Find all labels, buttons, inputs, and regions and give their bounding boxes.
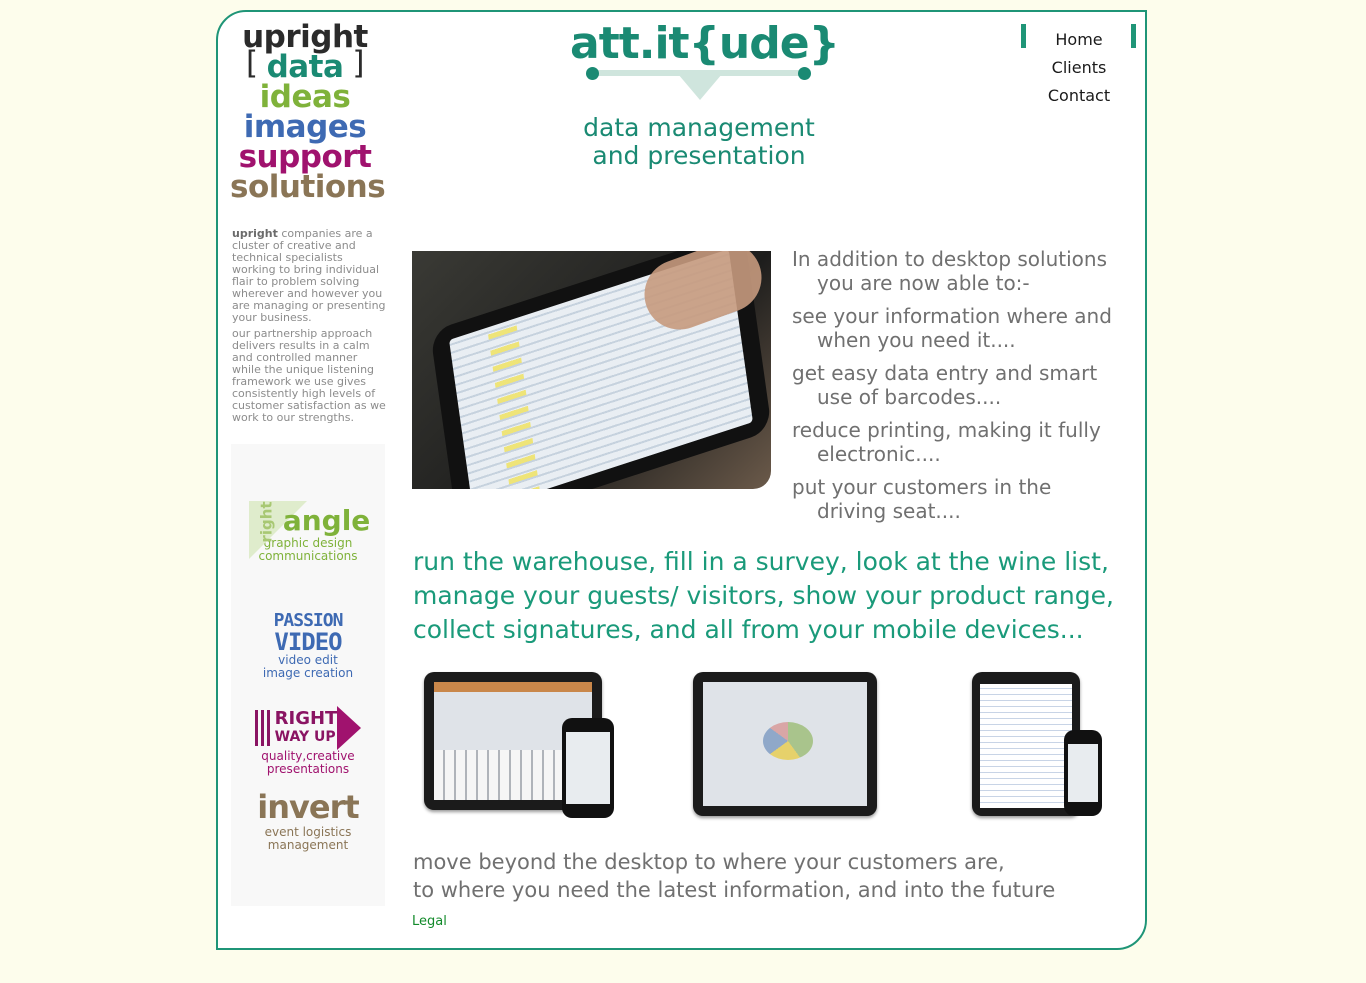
mobile-uses-text: run the warehouse, fill in a survey, loo… [413,545,1123,647]
mobile-uses-line-3: collect signatures, and all from your mo… [413,615,1084,644]
ipad-screen-3 [980,684,1072,808]
logo-left-dot [586,67,599,80]
iphone-screen-2 [1068,744,1098,802]
right-way-up-logo: RIGHT WAY UP [231,706,385,750]
right-way-up-logo-line-2: WAY UP [274,729,336,745]
passion-video-caption-2: image creation [262,666,354,680]
partner-right-way-up[interactable]: RIGHT WAY UP quality,creative presentatio… [231,706,385,776]
nav-link-clients[interactable]: Clients [1034,54,1124,82]
right-way-up-bars-icon [254,710,273,746]
right-arrow-icon [337,706,362,750]
main-nav: Home Clients Contact [1034,26,1124,110]
partner-passion-video[interactable]: PASSION VIDEO video edit image creation [231,612,385,680]
attitude-logo-title[interactable]: att.it{ude} [570,18,840,69]
tagline-line-2: and presentation [592,141,806,170]
brand-word-solutions: solutions [230,169,386,205]
right-way-up-logo-line-1: RIGHT [274,708,338,729]
brand-word-support: support [238,139,372,175]
right-angle-logo-main: angle [282,504,371,537]
tagline-line-1: data management [583,113,815,142]
right-angle-logo-top: right [257,501,276,543]
intro-line-4: reduce printing, making it fully electro… [792,418,1101,466]
intro-line-1: In addition to desktop solutions you are… [792,247,1107,295]
nav-link-home[interactable]: Home [1034,26,1124,54]
partner-logos-panel: right angle graphic design communications… [231,444,385,906]
pie-chart-graphic [763,722,813,760]
brand-word-ideas: ideas [259,79,351,115]
app-header-bar [434,682,592,692]
iphone-1 [562,718,614,818]
invert-logo: invert [257,788,359,826]
device-images [412,666,1112,826]
about-para-2: our partnership approach delivers result… [232,327,386,424]
logo-right-dot [798,67,811,80]
about-text: upright companies are a cluster of creat… [232,228,387,428]
legal-link[interactable]: Legal [412,914,447,929]
intro-line-2: see your information where and when you … [792,304,1112,352]
invert-caption-2: management [267,838,349,852]
closing-line-2: to where you need the latest information… [413,878,1056,902]
mobile-uses-line-1: run the warehouse, fill in a survey, loo… [413,547,1109,576]
closing-line-1: move beyond the desktop to where your cu… [413,850,1005,874]
nav-link-contact[interactable]: Contact [1034,82,1124,110]
tablet-photo [412,251,771,489]
iphone-2 [1064,730,1102,816]
right-way-up-caption-2: presentations [266,762,350,776]
partner-invert[interactable]: invert event logistics management [231,788,385,852]
brand-word-images: images [243,109,367,145]
closing-text: move beyond the desktop to where your cu… [413,848,1113,904]
intro-line-3: get easy data entry and smart use of bar… [792,361,1098,409]
about-para-1: upright companies are a cluster of creat… [232,228,387,324]
upright-brand-logo[interactable]: upright data ideas images support soluti… [230,22,386,205]
nav-left-bar [1021,24,1026,48]
intro-list: In addition to desktop solutions you are… [792,247,1122,532]
intro-line-5: put your customers in the driving seat..… [792,475,1052,523]
ipad-asset-categories [693,672,877,816]
iphone-screen-1 [566,732,610,804]
about-para-1-text: companies are a cluster of creative and … [232,227,386,324]
passion-video-logo-line-2: VIDEO [274,628,342,656]
logo-tagline: data management and presentation [560,114,838,170]
brand-word-data: data [230,48,380,83]
nav-right-bar [1131,24,1136,48]
partner-right-angle[interactable]: right angle graphic design communications [231,501,385,563]
right-way-up-logo-text: RIGHT WAY UP [275,710,338,746]
logo-chevron-shape [678,74,722,100]
right-angle-logo: right angle [231,501,385,542]
ipad-screen-2 [703,682,867,806]
mobile-uses-line-2: manage your guests/ visitors, show your … [413,581,1114,610]
